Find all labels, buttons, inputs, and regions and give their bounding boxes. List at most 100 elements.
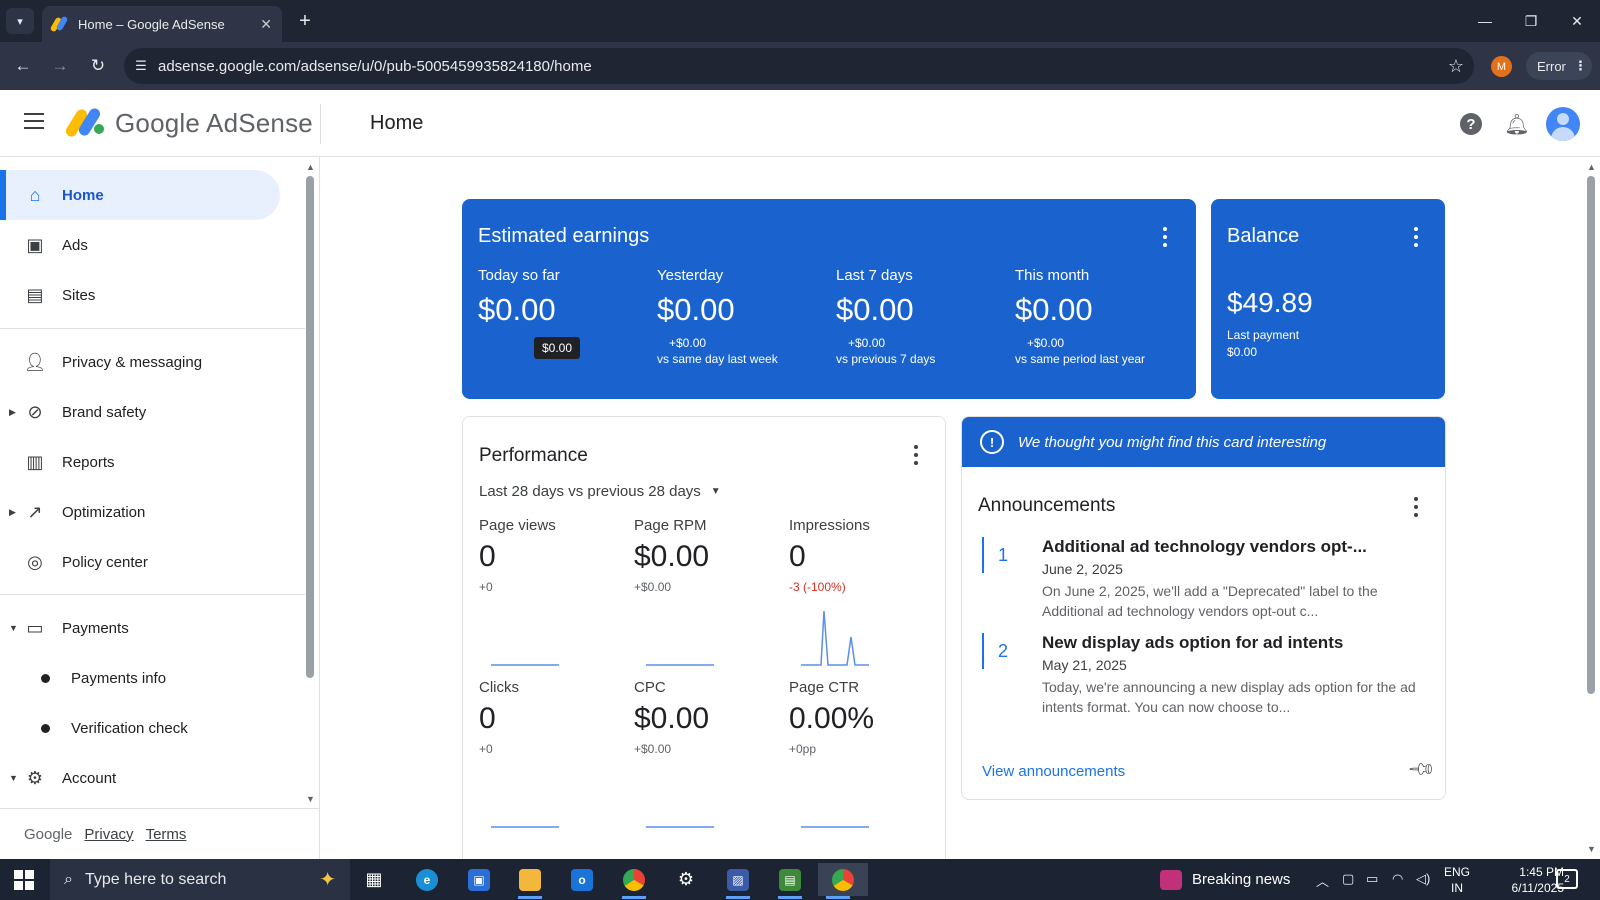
sidebar-item-brand-safety[interactable]: ▶ ⊘ Brand safety: [0, 387, 280, 437]
settings-gear-icon[interactable]: ⚙: [666, 863, 706, 896]
caret-down-icon: ▼: [9, 623, 18, 633]
meet-icon[interactable]: ▢: [1342, 871, 1354, 887]
spreadsheet-icon[interactable]: ▤: [770, 863, 810, 899]
metric-value: 0.00%: [789, 702, 875, 735]
notification-icon[interactable]: 2: [1556, 869, 1578, 889]
caret-right-icon: ▶: [9, 506, 16, 517]
cpc-sparkline: [646, 826, 714, 828]
sidebar-item-payments[interactable]: ▼ ▭ Payments: [0, 603, 280, 653]
outlook-icon[interactable]: o: [562, 863, 602, 896]
image-editor-icon[interactable]: ▨: [718, 863, 758, 899]
adsense-logo-icon: [63, 106, 104, 139]
chevron-up-icon[interactable]: ︿: [1316, 871, 1329, 890]
sidebar-item-label: Home: [62, 186, 104, 204]
chrome-icon[interactable]: [614, 863, 654, 899]
terms-link[interactable]: Terms: [146, 826, 187, 843]
sidebar-item-home[interactable]: ⌂ Home: [0, 170, 280, 220]
news-widget[interactable]: Breaking news: [1160, 859, 1290, 900]
main-scrollbar[interactable]: [1587, 176, 1595, 694]
perf-metric-clicks[interactable]: Clicks 0 +0: [479, 679, 629, 756]
close-window-button[interactable]: ✕: [1554, 0, 1600, 42]
ads-icon: ▣: [26, 234, 44, 255]
chrome-active-icon[interactable]: [818, 863, 868, 899]
sidebar-item-reports[interactable]: ▥ Reports: [0, 437, 280, 487]
sidebar-item-verification-check[interactable]: Verification check: [0, 703, 280, 753]
reload-button[interactable]: ↻: [84, 52, 112, 80]
clock[interactable]: 1:45 PM 6/11/2025: [1482, 864, 1565, 896]
sites-icon: ▤: [26, 284, 44, 305]
main-scroll-down-icon[interactable]: ▼: [1587, 844, 1596, 854]
balance-amount[interactable]: $49.89: [1227, 287, 1313, 319]
announcement-item[interactable]: 1 Additional ad technology vendors opt-.…: [982, 537, 1422, 627]
forward-button[interactable]: →: [46, 52, 74, 80]
browser-error-button[interactable]: Error ⋮: [1526, 52, 1592, 80]
metric-label: Impressions: [789, 517, 870, 534]
sidebar-item-sites[interactable]: ▤ Sites: [0, 270, 280, 320]
privacy-link[interactable]: Privacy: [84, 826, 133, 843]
file-explorer-icon[interactable]: [510, 863, 550, 899]
metric-value[interactable]: $0.00: [1015, 292, 1185, 328]
scroll-down-arrow-icon[interactable]: ▼: [306, 794, 315, 804]
url-text[interactable]: adsense.google.com/adsense/u/0/pub-50054…: [158, 58, 1438, 75]
earnings-more-icon[interactable]: [1162, 227, 1168, 247]
battery-icon[interactable]: ▭: [1366, 871, 1378, 887]
perf-metric-cpc[interactable]: CPC $0.00 +$0.00: [634, 679, 784, 756]
account-avatar[interactable]: [1546, 107, 1580, 141]
url-field[interactable]: ☰ adsense.google.com/adsense/u/0/pub-500…: [124, 48, 1474, 84]
tab-search-dropdown[interactable]: ▾: [6, 8, 34, 34]
browser-profile-avatar[interactable]: M: [1491, 56, 1512, 77]
wifi-icon[interactable]: ◠: [1392, 871, 1403, 887]
announcement-text: On June 2, 2025, we'll add a "Deprecated…: [1042, 583, 1378, 619]
windows-start-icon[interactable]: [14, 870, 34, 890]
announcements-more-icon[interactable]: [1413, 497, 1419, 517]
sidebar-item-label: Sites: [62, 286, 96, 304]
main-scroll-up-icon[interactable]: ▲: [1587, 162, 1596, 172]
tab-title: Home – Google AdSense: [78, 16, 225, 32]
menu-icon[interactable]: [24, 113, 44, 129]
sidebar-item-account[interactable]: ▼ ⚙ Account: [0, 753, 280, 803]
taskbar-search[interactable]: ⌕ Type here to search ✦: [50, 859, 350, 900]
metric-yesterday: Yesterday $0.00 +$0.00 vs same day last …: [657, 267, 827, 366]
balance-more-icon[interactable]: [1413, 227, 1419, 247]
edge-icon[interactable]: e: [407, 863, 447, 896]
back-button[interactable]: ←: [9, 52, 37, 80]
perf-metric-page-views[interactable]: Page views 0 +0: [479, 517, 629, 594]
date-range-dropdown[interactable]: Last 28 days vs previous 28 days ▼: [479, 483, 721, 500]
minimize-button[interactable]: —: [1462, 0, 1508, 42]
task-view-icon[interactable]: ▦: [354, 863, 394, 896]
scroll-up-arrow-icon[interactable]: ▲: [306, 162, 315, 172]
performance-more-icon[interactable]: [913, 445, 919, 465]
new-tab-button[interactable]: +: [292, 8, 318, 34]
metric-value[interactable]: $0.00: [836, 292, 1006, 328]
language-indicator[interactable]: ENG IN: [1444, 864, 1470, 896]
announcement-item[interactable]: 2 New display ads option for ad intents …: [982, 633, 1422, 723]
sidebar-scrollbar[interactable]: [306, 176, 314, 678]
sidebar-item-privacy[interactable]: 👤︎ Privacy & messaging: [0, 337, 280, 387]
site-info-icon[interactable]: ☰: [124, 58, 158, 74]
bell-icon[interactable]: 🔔︎: [1504, 111, 1530, 137]
item-accent-bar: [982, 537, 984, 573]
perf-metric-page-ctr[interactable]: Page CTR 0.00% +0pp: [789, 679, 939, 756]
perf-metric-impressions[interactable]: Impressions 0 -3 (-100%): [789, 517, 939, 594]
sidebar-item-ads[interactable]: ▣ Ads: [0, 220, 280, 270]
close-tab-icon[interactable]: ✕: [260, 16, 272, 33]
bookmark-star-icon[interactable]: ☆: [1438, 56, 1474, 77]
metric-value[interactable]: $0.00: [478, 292, 648, 328]
metric-value[interactable]: $0.00: [657, 292, 827, 328]
clicks-sparkline: [491, 826, 559, 828]
metric-change: +$0.00: [848, 336, 886, 350]
help-icon[interactable]: ?: [1458, 111, 1484, 137]
restore-button[interactable]: ❐: [1508, 0, 1554, 42]
sidebar-item-payments-info[interactable]: Payments info: [0, 653, 280, 703]
metric-change: +$0.00: [1027, 336, 1065, 350]
view-announcements-link[interactable]: View announcements: [982, 763, 1125, 780]
store-icon[interactable]: ▣: [459, 863, 499, 896]
announcement-title[interactable]: Additional ad technology vendors opt-...: [1042, 537, 1367, 557]
sidebar-item-policy-center[interactable]: ◎ Policy center: [0, 537, 280, 587]
volume-icon[interactable]: ◁): [1416, 871, 1430, 887]
pin-icon[interactable]: 📌︎: [1406, 754, 1437, 785]
sidebar-item-optimization[interactable]: ▶ ↗ Optimization: [0, 487, 280, 537]
browser-tab[interactable]: Home – Google AdSense ✕: [42, 6, 282, 42]
perf-metric-page-rpm[interactable]: Page RPM $0.00 +$0.00: [634, 517, 784, 594]
announcement-title[interactable]: New display ads option for ad intents: [1042, 633, 1343, 653]
